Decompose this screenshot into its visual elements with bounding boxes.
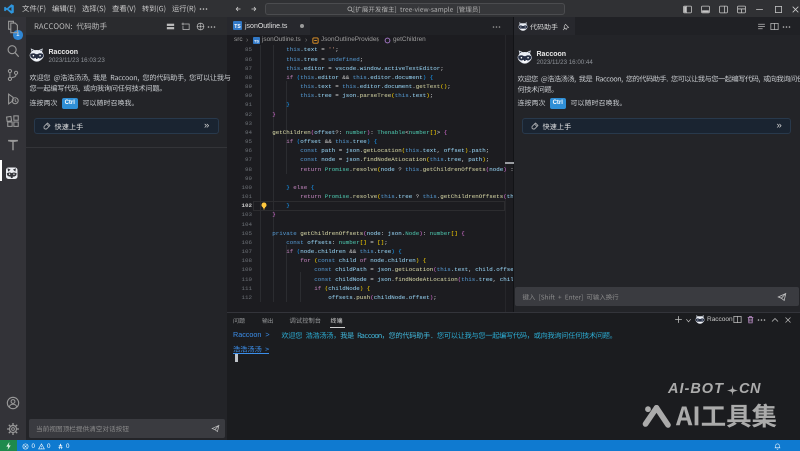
svg-text:TS: TS [254,38,259,43]
svg-text:TS: TS [234,24,241,30]
